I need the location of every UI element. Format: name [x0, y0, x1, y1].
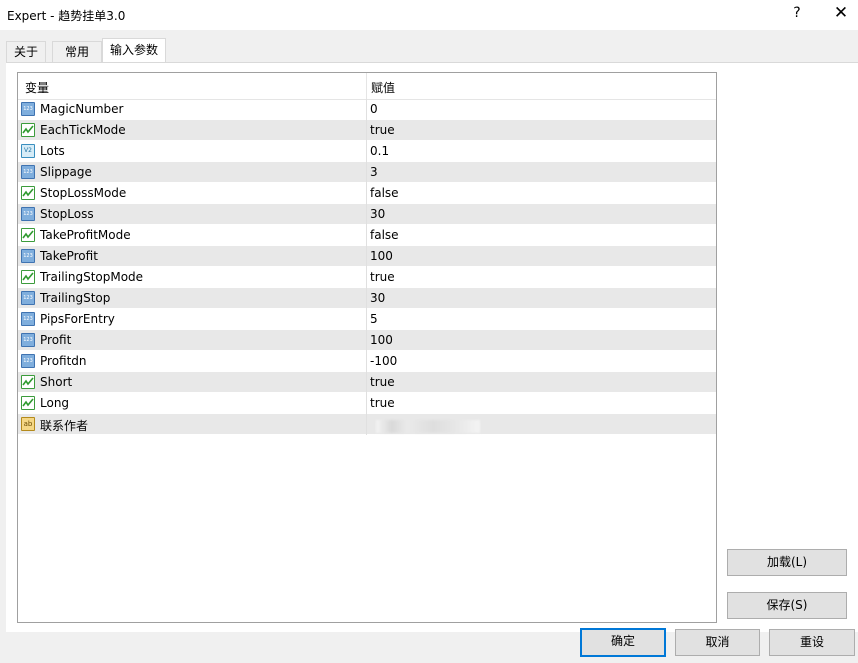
parameter-name: TakeProfitMode [40, 228, 131, 242]
reset-button[interactable]: 重设 [769, 629, 855, 656]
parameter-row[interactable]: Profitdn -100 [18, 351, 716, 372]
parameter-row[interactable]: Profit 100 [18, 330, 716, 351]
column-divider [366, 393, 367, 414]
parameter-value[interactable]: true [370, 375, 395, 389]
column-divider [366, 99, 367, 120]
parameter-value[interactable]: 3 [370, 165, 378, 179]
grid-rows: MagicNumber 0 EachTickMode true Lots 0.1 Slipp… [18, 99, 716, 435]
bool-icon [21, 375, 35, 389]
parameter-value[interactable]: 30 [370, 291, 385, 305]
column-divider [366, 267, 367, 288]
parameter-row[interactable]: TrailingStop 30 [18, 288, 716, 309]
column-divider [366, 414, 367, 435]
parameter-row[interactable]: TakeProfit 100 [18, 246, 716, 267]
parameter-value[interactable]: 5 [370, 312, 378, 326]
parameter-value[interactable]: false [370, 228, 399, 242]
parameter-name: StopLossMode [40, 186, 127, 200]
parameter-value[interactable]: 0 [370, 102, 378, 116]
parameter-row[interactable]: Short true [18, 372, 716, 393]
parameter-name: MagicNumber [40, 102, 124, 116]
input-parameters-grid: 变量 赋值 MagicNumber 0 EachTickMode true Lots 0.… [17, 72, 717, 623]
parameter-name: Long [40, 396, 70, 410]
parameter-name: Slippage [40, 165, 92, 179]
parameter-row[interactable]: Long true [18, 393, 716, 414]
double-icon [21, 144, 35, 158]
bool-icon [21, 123, 35, 137]
parameter-row[interactable]: StopLossMode false [18, 183, 716, 204]
column-header-variable[interactable]: 变量 [25, 79, 49, 96]
column-divider [366, 141, 367, 162]
tab-common[interactable]: 常用 [52, 41, 102, 63]
column-divider [366, 288, 367, 309]
column-divider [366, 309, 367, 330]
parameter-value[interactable]: -100 [370, 354, 397, 368]
parameter-name: StopLoss [40, 207, 94, 221]
parameter-name: Profit [40, 333, 72, 347]
parameter-name: TrailingStopMode [40, 270, 144, 284]
parameter-row[interactable]: StopLoss 30 [18, 204, 716, 225]
column-divider [366, 183, 367, 204]
int-icon [21, 102, 35, 116]
parameter-value[interactable]: 30 [370, 207, 385, 221]
redacted-value[interactable] [376, 420, 480, 433]
parameter-row[interactable]: TrailingStopMode true [18, 267, 716, 288]
parameter-name: TakeProfit [40, 249, 98, 263]
tab-about[interactable]: 关于 [6, 41, 46, 63]
column-divider [366, 372, 367, 393]
parameter-name: PipsForEntry [40, 312, 115, 326]
title-bar: Expert - 趋势挂单3.0 ? ✕ [0, 0, 858, 30]
parameter-name: TrailingStop [40, 291, 111, 305]
parameter-value[interactable]: true [370, 396, 395, 410]
bool-icon [21, 228, 35, 242]
parameter-value[interactable]: 100 [370, 249, 393, 263]
parameter-row[interactable]: Lots 0.1 [18, 141, 716, 162]
tab-strip: 关于 常用 输入参数 [6, 38, 858, 64]
grid-header: 变量 赋值 [18, 73, 716, 100]
int-icon [21, 207, 35, 221]
parameter-row[interactable]: TakeProfitMode false [18, 225, 716, 246]
column-divider [366, 330, 367, 351]
int-icon [21, 165, 35, 179]
ok-button[interactable]: 确定 [580, 628, 666, 657]
parameter-name: Lots [40, 144, 65, 158]
parameter-row[interactable]: PipsForEntry 5 [18, 309, 716, 330]
parameter-name: EachTickMode [40, 123, 126, 137]
parameter-name: Profitdn [40, 354, 87, 368]
int-icon [21, 312, 35, 326]
parameter-row[interactable]: MagicNumber 0 [18, 99, 716, 120]
column-divider[interactable] [366, 73, 367, 99]
column-header-value[interactable]: 赋值 [371, 79, 395, 96]
parameter-value[interactable]: true [370, 123, 395, 137]
parameter-value[interactable]: true [370, 270, 395, 284]
parameter-name: Short [40, 375, 73, 389]
help-button[interactable]: ? [790, 5, 804, 21]
tab-inputs[interactable]: 输入参数 [102, 38, 166, 64]
parameter-row[interactable]: 联系作者 [18, 414, 716, 435]
parameter-value[interactable]: false [370, 186, 399, 200]
parameter-row[interactable]: EachTickMode true [18, 120, 716, 141]
cancel-button[interactable]: 取消 [675, 629, 760, 656]
column-divider [366, 204, 367, 225]
column-divider [366, 246, 367, 267]
bool-icon [21, 396, 35, 410]
bool-icon [21, 270, 35, 284]
int-icon [21, 291, 35, 305]
int-icon [21, 354, 35, 368]
parameter-value[interactable]: 0.1 [370, 144, 389, 158]
save-button[interactable]: 保存(S) [727, 592, 847, 619]
string-icon [21, 417, 35, 431]
window-title: Expert - 趋势挂单3.0 [7, 9, 126, 23]
column-divider [366, 225, 367, 246]
bool-icon [21, 186, 35, 200]
load-button[interactable]: 加载(L) [727, 549, 847, 576]
column-divider [366, 162, 367, 183]
close-button[interactable]: ✕ [832, 3, 850, 23]
column-divider [366, 120, 367, 141]
int-icon [21, 333, 35, 347]
int-icon [21, 249, 35, 263]
column-divider [366, 351, 367, 372]
parameter-row[interactable]: Slippage 3 [18, 162, 716, 183]
parameter-name: 联系作者 [40, 419, 89, 433]
parameter-value[interactable]: 100 [370, 333, 393, 347]
